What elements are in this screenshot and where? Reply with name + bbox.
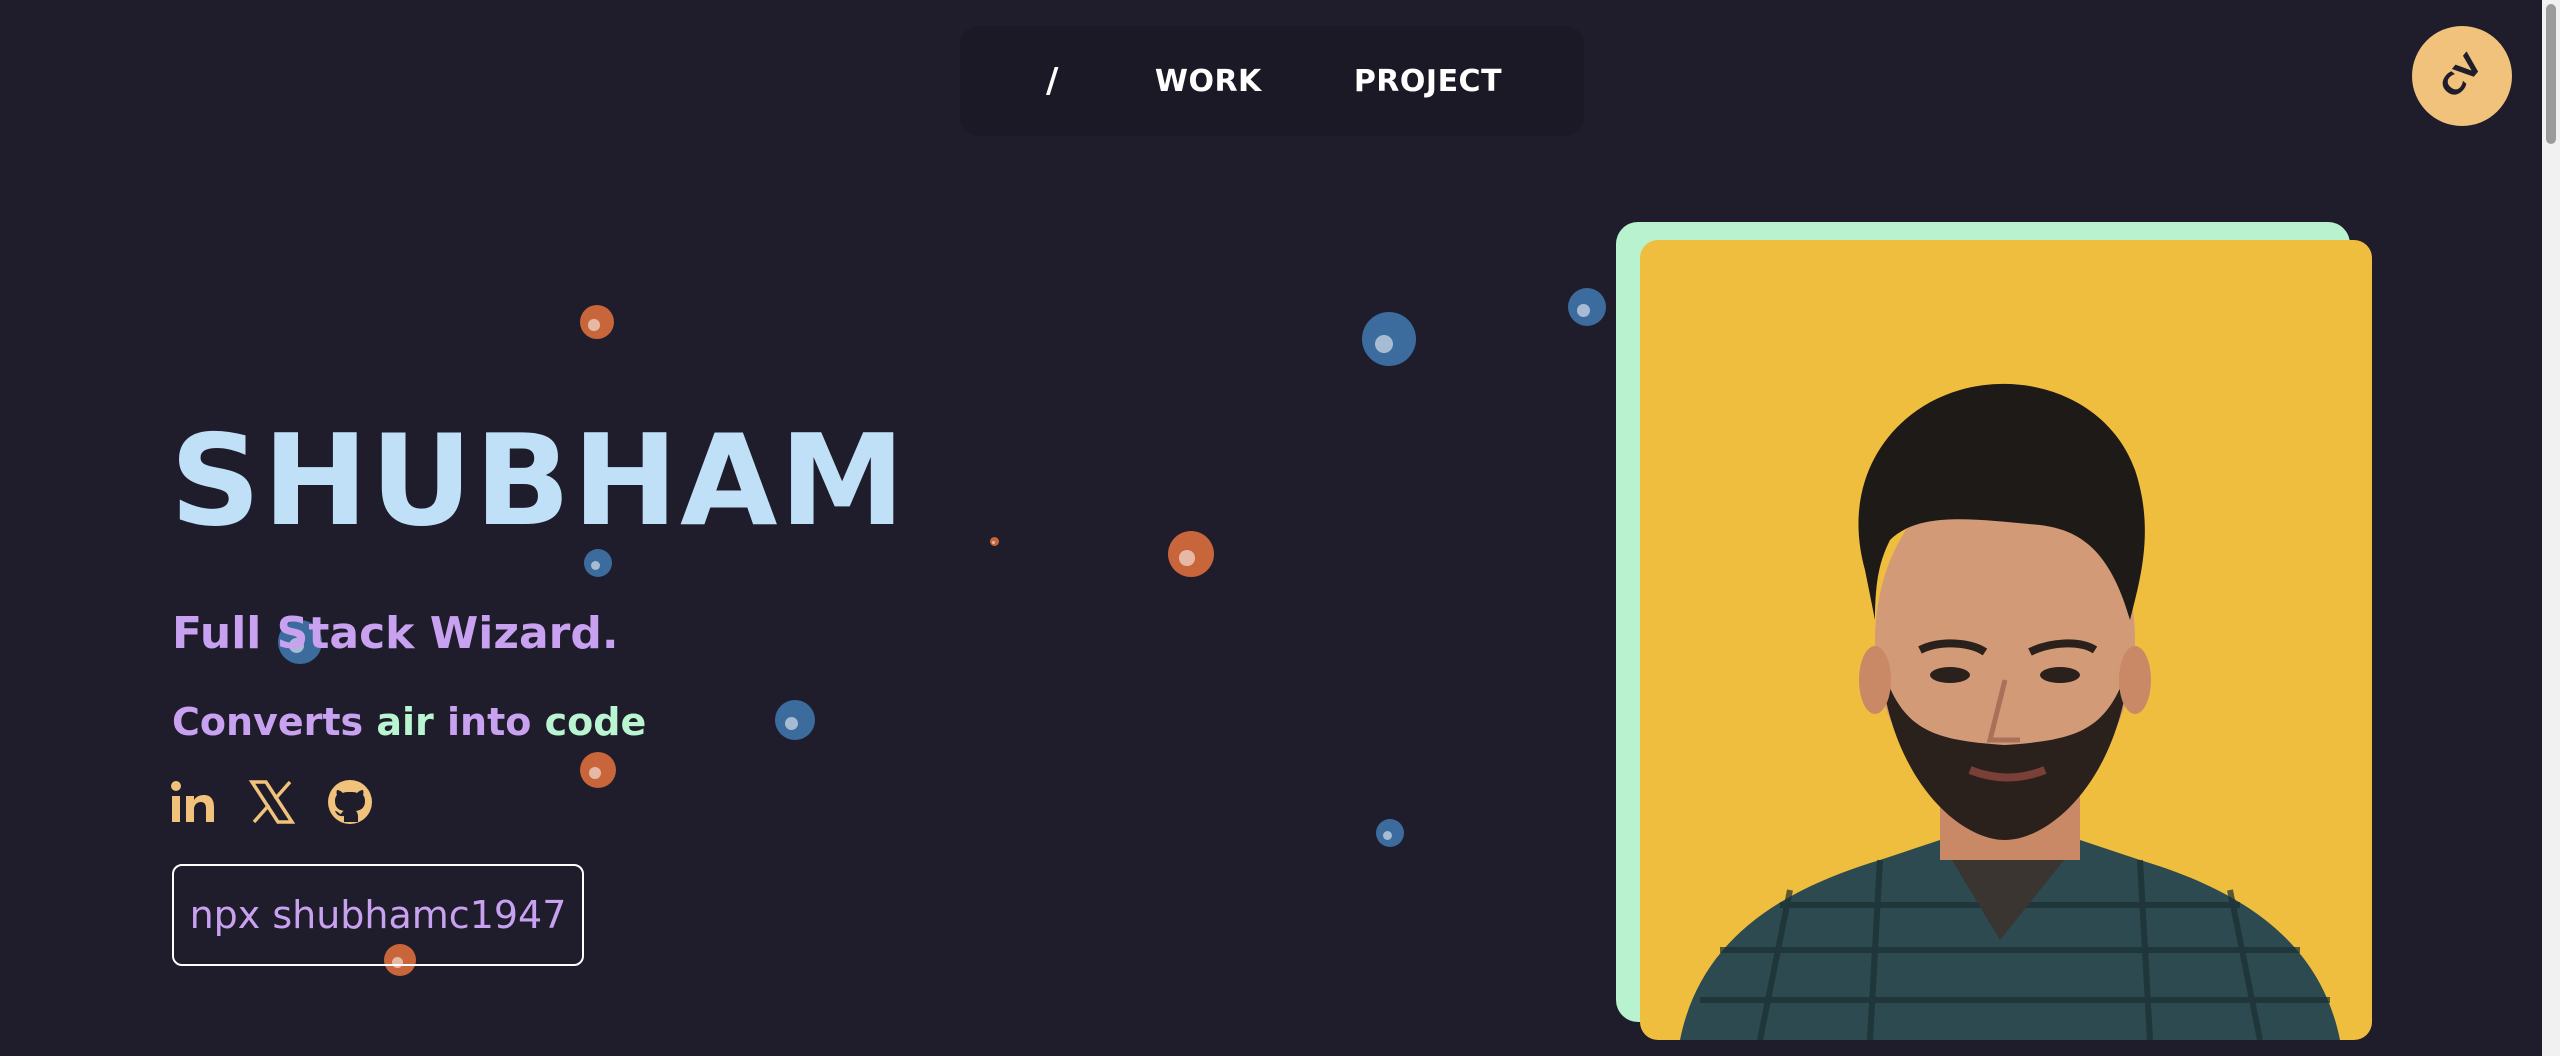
social-links [170, 778, 374, 826]
decorative-bubble [1362, 312, 1416, 366]
cv-button-label: CV [2434, 47, 2490, 105]
decorative-bubble [580, 752, 616, 788]
top-nav: / WORK PROJECT [960, 26, 1584, 136]
decorative-bubble [580, 305, 614, 339]
decorative-bubble [1568, 288, 1606, 326]
subtitle-word: code [544, 700, 647, 744]
subtitle-word: air [376, 700, 434, 744]
subtitle-word: Converts [172, 700, 364, 744]
scrollbar-thumb[interactable] [2546, 4, 2556, 144]
hero-tagline: Full Stack Wizard. [172, 608, 619, 659]
profile-photo [1640, 240, 2372, 1040]
x-twitter-icon[interactable] [248, 778, 296, 826]
hero-name: SHUBHAM [170, 407, 907, 554]
decorative-bubble [1168, 531, 1214, 577]
github-icon[interactable] [326, 778, 374, 826]
hero-subtitle: Converts air into code [172, 700, 646, 744]
npx-command-box[interactable]: npx shubhamc1947 [172, 864, 584, 966]
cv-button[interactable]: CV [2412, 26, 2512, 126]
nav-project-link[interactable]: PROJECT [1308, 64, 1548, 99]
subtitle-word: into [447, 700, 532, 744]
nav-home-link[interactable]: / [996, 61, 1109, 101]
linkedin-icon[interactable] [170, 778, 218, 826]
page-scrollbar[interactable] [2542, 0, 2560, 1056]
decorative-bubble [990, 537, 999, 546]
decorative-bubble [1376, 819, 1404, 847]
page: / WORK PROJECT CV SHUBHAM Full Stack Wiz… [0, 0, 2560, 1056]
nav-work-link[interactable]: WORK [1109, 64, 1308, 99]
decorative-bubble [775, 700, 815, 740]
